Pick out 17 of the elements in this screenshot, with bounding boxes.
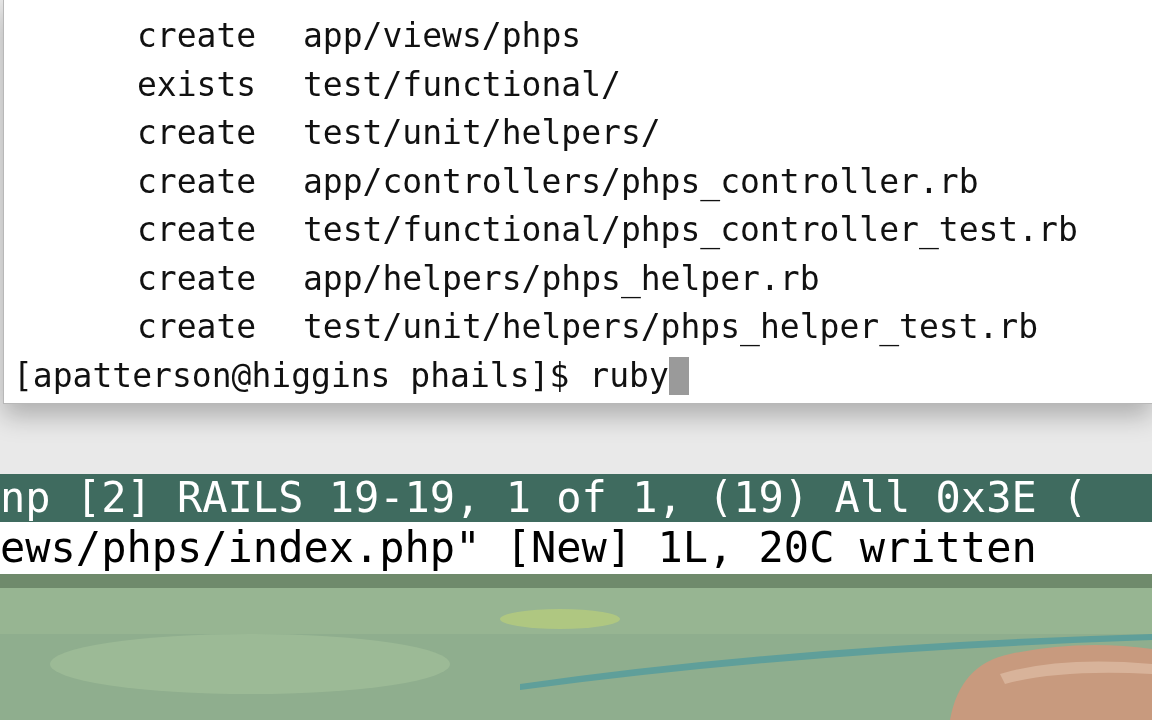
terminal-path: app/views/phps <box>303 15 582 57</box>
text-cursor <box>668 356 689 395</box>
terminal-path: test/unit/helpers/phps_helper_test.rb <box>303 306 1039 349</box>
terminal-status-word: create <box>137 160 258 203</box>
terminal-status-word: exists <box>137 63 258 106</box>
shell-command: ruby <box>589 354 669 397</box>
terminal-path: test/unit/helpers/ <box>303 112 661 154</box>
terminal-path: app/controllers/phps_controller.rb <box>303 160 979 204</box>
terminal-status-word: create <box>137 112 258 154</box>
terminal-status-word: create <box>137 15 258 57</box>
shell-prompt: [apatterson@higgins phails]$ <box>13 354 570 397</box>
terminal-path: test/functional/ <box>303 63 621 106</box>
terminal-status-word: create <box>137 257 258 300</box>
terminal-path: app/helpers/phps_helper.rb <box>303 257 820 301</box>
terminal-path: test/functional/phps_controller_test.rb <box>303 209 1078 252</box>
terminal-status-word: create <box>137 209 258 251</box>
terminal-status-word: create <box>137 306 258 348</box>
